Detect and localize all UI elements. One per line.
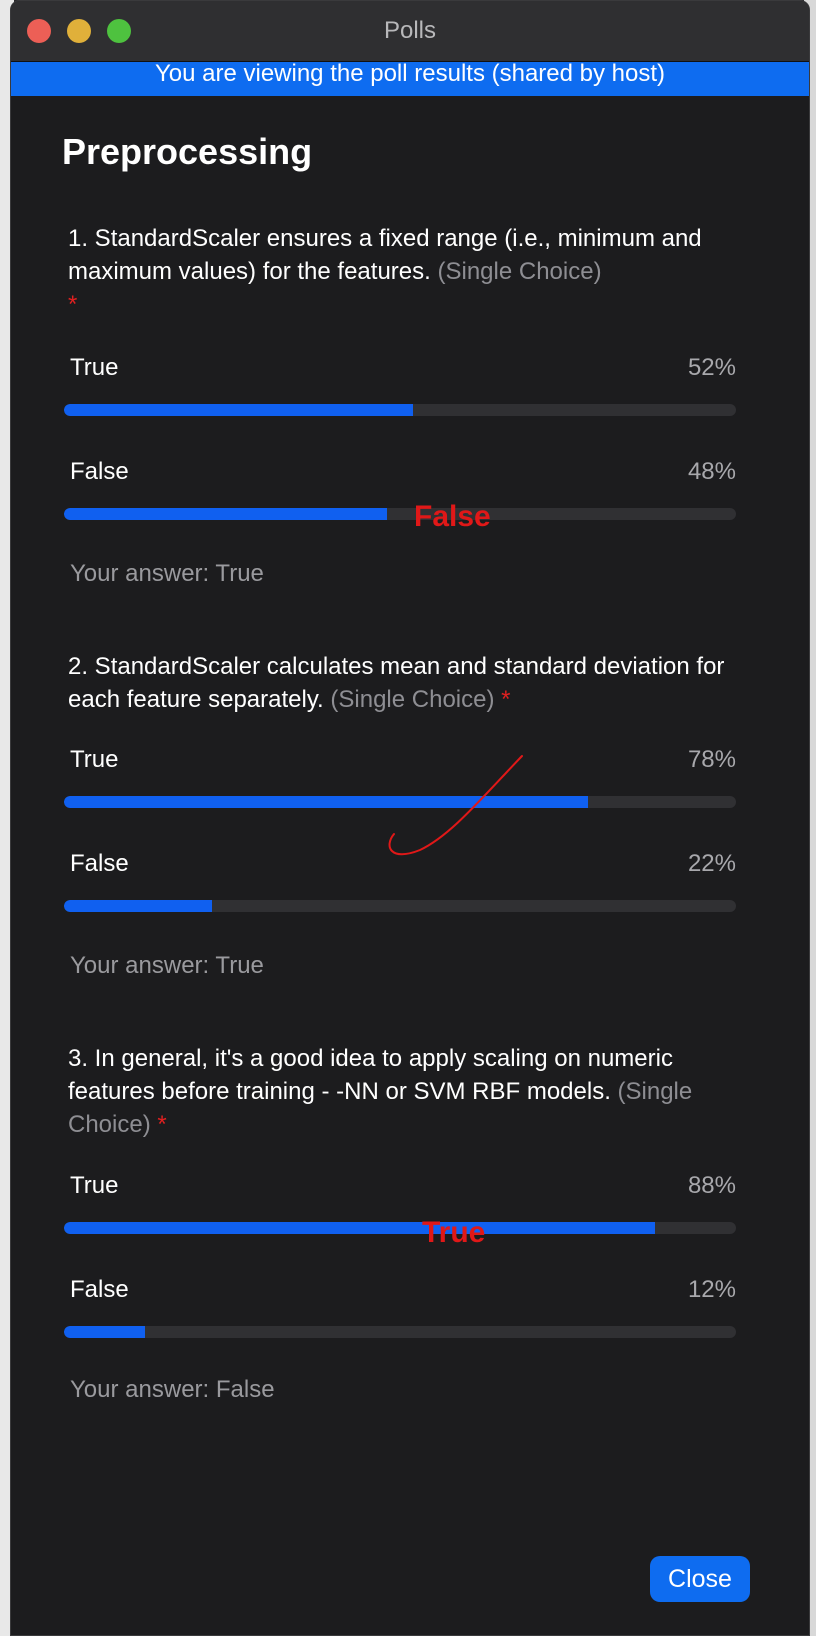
question-body: 3. In general, it's a good idea to apply… [68, 1045, 673, 1105]
result-bar-track [64, 1326, 736, 1338]
option-percent: 22% [687, 850, 736, 877]
option-percent: 78% [687, 746, 736, 773]
result-bar-fill [64, 508, 387, 520]
option-row: True 88% [62, 1172, 742, 1276]
result-bar-track [64, 1222, 736, 1234]
result-bar-track [64, 508, 736, 520]
question-text: 1. StandardScaler ensures a fixed range … [68, 222, 728, 321]
result-bar-track [64, 900, 736, 912]
option-row: True 52% [62, 354, 742, 458]
option-row: False 12% [62, 1276, 742, 1380]
poll-content: Preprocessing [62, 104, 742, 174]
result-bar-fill [64, 1326, 145, 1338]
close-button[interactable]: Close [650, 1556, 750, 1602]
title-bar: Polls [11, 1, 809, 62]
required-mark: * [157, 1111, 167, 1138]
required-mark: * [68, 291, 78, 318]
checkmark-annotation-icon [388, 755, 523, 856]
option-label: False [70, 850, 129, 877]
question-body: 1. StandardScaler ensures a fixed range … [68, 225, 702, 285]
handwritten-annotation: True [422, 1216, 486, 1249]
option-percent: 52% [687, 354, 736, 381]
question-1: 1. StandardScaler ensures a fixed range … [62, 222, 742, 321]
option-label: True [70, 746, 119, 773]
your-answer: Your answer: True [70, 560, 264, 587]
handwritten-annotation: False [414, 500, 491, 533]
required-mark: * [501, 686, 511, 713]
result-bar-fill [64, 1222, 656, 1234]
question-3: 3. In general, it's a good idea to apply… [62, 1042, 742, 1141]
question-type: (Single Choice) [330, 686, 495, 713]
your-answer: Your answer: True [70, 952, 264, 979]
option-percent: 48% [687, 458, 736, 485]
option-label: True [70, 354, 119, 381]
question-type: (Single Choice) [437, 258, 602, 285]
result-bar-fill [64, 900, 212, 912]
option-percent: 88% [687, 1172, 736, 1199]
question-text: 3. In general, it's a good idea to apply… [68, 1042, 728, 1141]
shared-results-banner: You are viewing the poll results (shared… [11, 56, 809, 96]
your-answer: Your answer: False [70, 1376, 275, 1403]
option-row: False 48% [62, 458, 742, 562]
option-label: True [70, 1172, 119, 1199]
result-bar-fill [64, 404, 414, 416]
poll-title: Preprocessing [62, 131, 313, 172]
question-text: 2. StandardScaler calculates mean and st… [68, 650, 728, 716]
option-label: False [70, 1276, 129, 1303]
result-bar-track [64, 404, 736, 416]
window-title: Polls [383, 17, 437, 44]
option-percent: 12% [687, 1276, 736, 1303]
option-label: False [70, 458, 129, 485]
question-2: 2. StandardScaler calculates mean and st… [62, 650, 742, 716]
